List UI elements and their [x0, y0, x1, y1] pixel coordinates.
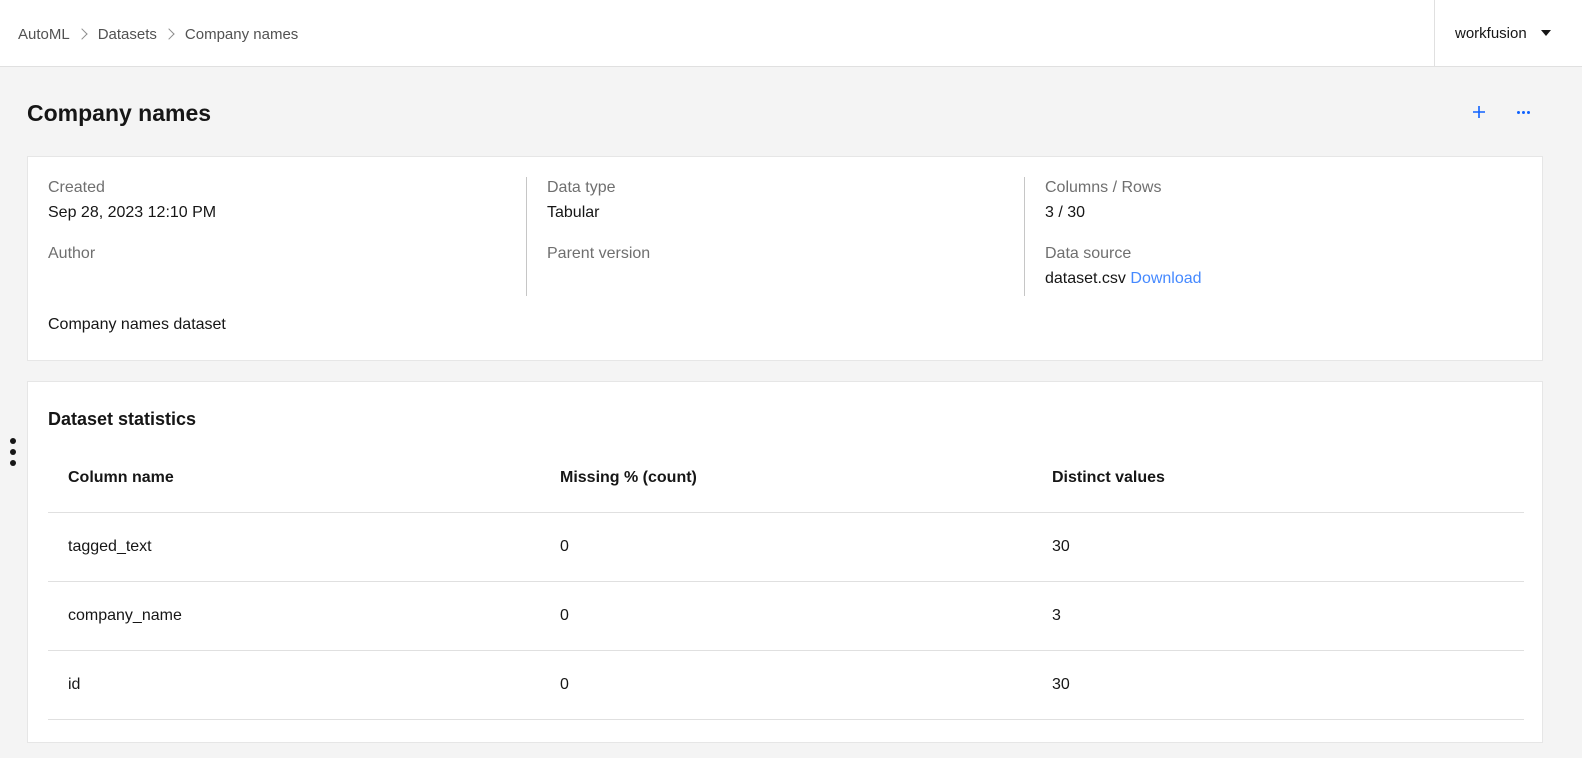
data-type-value: Tabular: [547, 204, 600, 221]
cell-distinct: 30: [1052, 538, 1070, 555]
breadcrumb-current: Company names: [184, 25, 299, 43]
author-label: Author: [48, 245, 96, 262]
cell-distinct: 30: [1052, 676, 1070, 693]
data-source-label: Data source: [1045, 245, 1132, 262]
stats-table: Column name Missing % (count) Distinct v…: [48, 443, 1524, 720]
cell-column-name: company_name: [68, 607, 182, 624]
top-bar: AutoML Datasets Company names workfusion: [0, 0, 1582, 67]
breadcrumb-automl[interactable]: AutoML: [18, 26, 70, 43]
created-value: Sep 28, 2023 12:10 PM: [48, 204, 217, 221]
column-header-missing: Missing % (count): [560, 468, 697, 486]
cell-missing: 0: [560, 607, 569, 624]
cell-missing: 0: [560, 538, 569, 555]
column-header-name: Column name: [68, 468, 174, 486]
columns-rows-value: 3 / 30: [1045, 204, 1086, 221]
cell-distinct: 3: [1052, 607, 1061, 624]
parent-version-label: Parent version: [547, 245, 651, 262]
dataset-info-card: Created Sep 28, 2023 12:10 PM Author Dat…: [27, 156, 1543, 361]
download-link[interactable]: Download: [1130, 270, 1201, 287]
user-menu[interactable]: workfusion: [1434, 0, 1582, 66]
overflow-menu-button[interactable]: [1509, 98, 1537, 126]
info-column-columns-rows: Columns / Rows 3 / 30 Data source datase…: [1024, 177, 1202, 296]
column-header-distinct: Distinct values: [1052, 468, 1165, 486]
stats-title: Dataset statistics: [48, 409, 197, 429]
breadcrumb-datasets[interactable]: Datasets: [98, 26, 157, 43]
data-source-file: dataset.csv: [1045, 270, 1126, 287]
user-name: workfusion: [1455, 24, 1527, 42]
breadcrumb: AutoML Datasets Company names: [18, 24, 298, 44]
chevron-right-icon: [163, 28, 175, 40]
data-type-label: Data type: [547, 179, 616, 196]
side-panel-handle-icon[interactable]: [9, 438, 17, 466]
data-source-value: dataset.csv Download: [1045, 268, 1202, 290]
chevron-right-icon: [76, 28, 88, 40]
dataset-description: Company names dataset: [48, 316, 226, 333]
plus-icon: [1473, 106, 1485, 118]
table-header-row: Column name Missing % (count) Distinct v…: [48, 443, 1524, 513]
cell-missing: 0: [560, 676, 569, 693]
columns-rows-label: Columns / Rows: [1045, 179, 1162, 196]
table-row: company_name 0 3: [48, 582, 1524, 651]
info-column-data-type: Data type Tabular Parent version: [526, 177, 650, 296]
table-row: id 0 30: [48, 651, 1524, 720]
cell-column-name: id: [68, 676, 81, 693]
caret-down-icon: [1540, 30, 1551, 36]
info-column-created: Created Sep 28, 2023 12:10 PM Author: [48, 177, 216, 296]
dataset-statistics-card: Dataset statistics Column name Missing %…: [27, 381, 1543, 743]
cell-column-name: tagged_text: [68, 538, 152, 555]
overflow-menu-icon: [1516, 110, 1530, 114]
add-button[interactable]: [1465, 98, 1493, 126]
page-title: Company names: [27, 100, 212, 126]
created-label: Created: [48, 179, 105, 196]
table-row: tagged_text 0 30: [48, 513, 1524, 582]
